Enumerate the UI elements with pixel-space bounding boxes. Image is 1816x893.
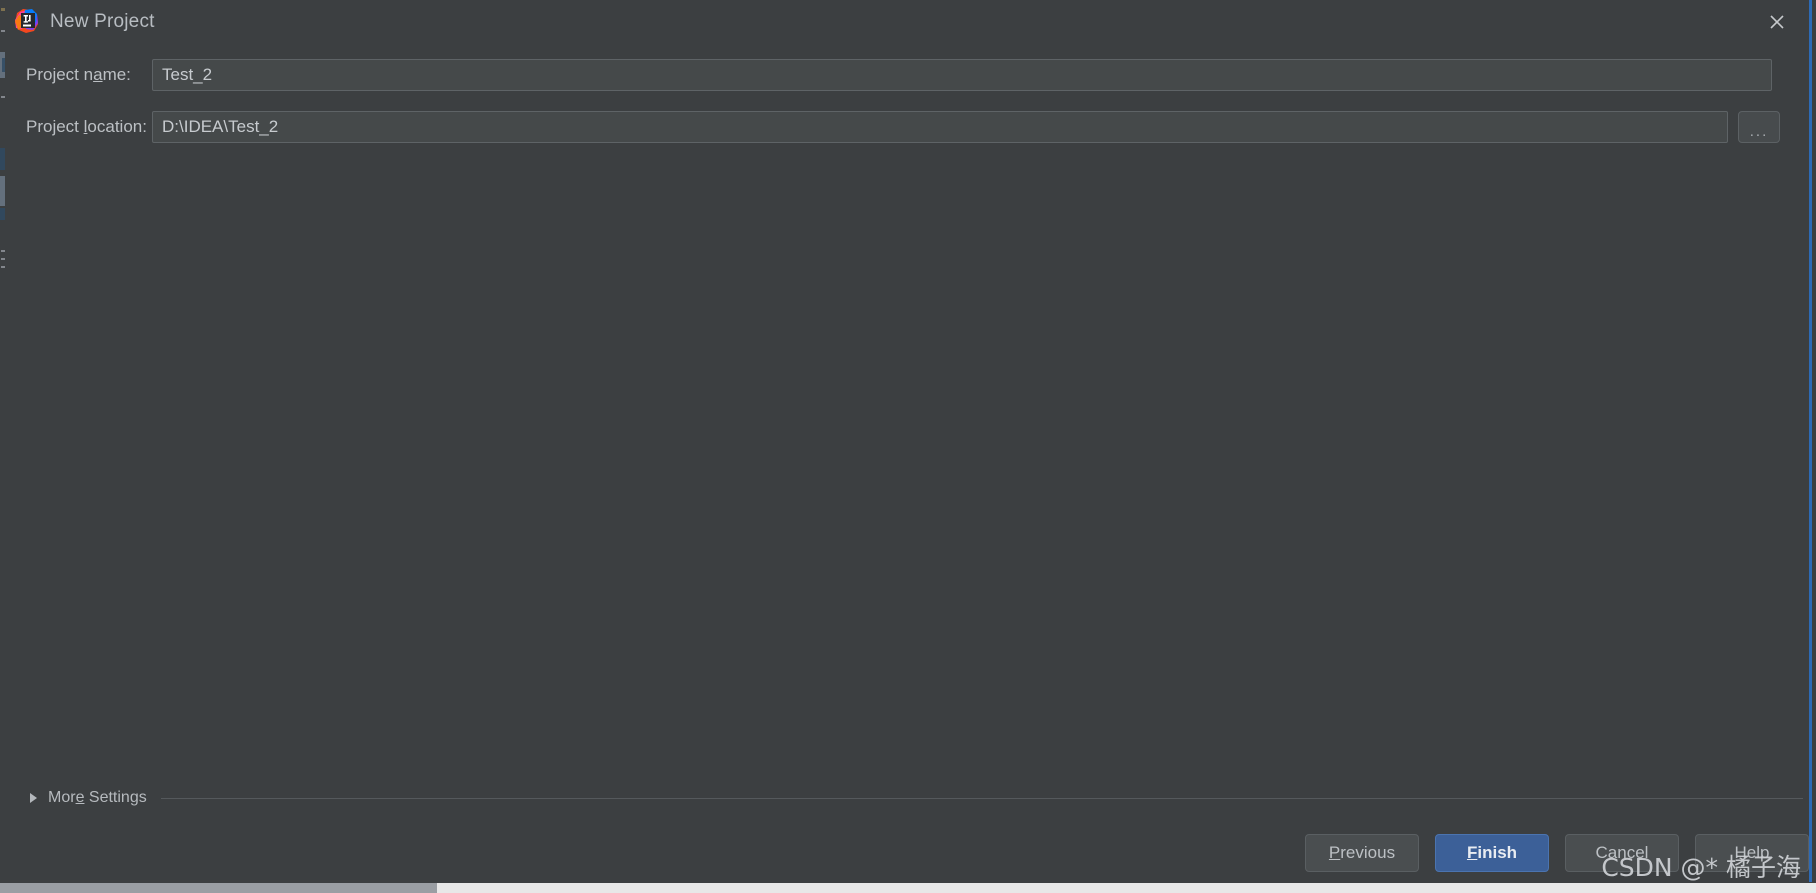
bg-decoration (1, 250, 5, 252)
project-location-label: Project location: (26, 117, 147, 136)
bg-decoration (0, 208, 5, 220)
project-location-row: Project location: ... (6, 110, 1780, 144)
help-button[interactable]: Help (1695, 834, 1809, 872)
bg-decoration (1, 258, 5, 260)
background-taskbar-right (437, 883, 1816, 893)
bg-decoration (1, 8, 5, 11)
bg-decoration (1, 266, 5, 268)
project-name-label: Project name: (26, 65, 131, 84)
browse-button[interactable]: ... (1738, 111, 1780, 143)
intellij-idea-icon (14, 8, 40, 34)
bg-decoration (2, 58, 5, 72)
dialog-titlebar: New Project (6, 0, 1809, 44)
new-project-dialog: New Project Project name: Project locati… (6, 0, 1812, 882)
bg-decoration (1, 96, 5, 98)
bg-decoration (1, 30, 5, 32)
page-title: New Project (50, 11, 155, 32)
project-name-input[interactable] (152, 59, 1772, 91)
close-button[interactable] (1745, 0, 1809, 44)
ellipsis-icon: ... (1749, 123, 1769, 140)
finish-button[interactable]: Finish (1435, 834, 1549, 872)
chevron-right-icon (30, 793, 37, 803)
dialog-button-bar: Previous Finish Cancel Help (1305, 834, 1809, 882)
bg-decoration (0, 148, 5, 170)
more-settings-label: More Settings (48, 789, 147, 806)
project-location-input[interactable] (152, 111, 1728, 143)
background-taskbar-left (0, 883, 437, 893)
cancel-button[interactable]: Cancel (1565, 834, 1679, 872)
close-icon (1770, 15, 1784, 29)
separator (160, 797, 1803, 799)
previous-button[interactable]: Previous (1305, 834, 1419, 872)
project-name-row: Project name: (6, 58, 1772, 92)
more-settings-toggle[interactable]: More Settings (6, 789, 147, 807)
more-settings-row: More Settings (6, 786, 1809, 810)
bg-decoration (0, 176, 5, 206)
